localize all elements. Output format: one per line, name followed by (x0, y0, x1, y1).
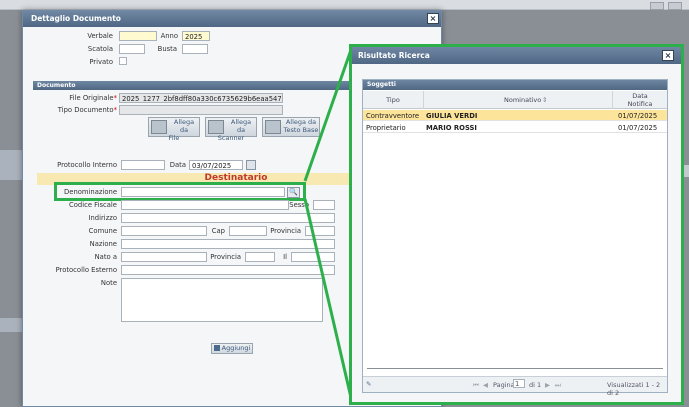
row-tipo: Proprietario (366, 124, 406, 132)
row-data: 01/07/2025 (618, 124, 658, 132)
risultato-ricerca-dialog: Risultato Ricerca × Soggetti Tipo Nomina… (349, 44, 684, 405)
edit-icon[interactable]: ✎ (366, 380, 371, 388)
pager-summary: Visualizzati 1 - 2 di 2 (607, 381, 661, 397)
sort-icon[interactable]: ⇕ (542, 96, 547, 104)
next-page-icon[interactable]: ▶ (545, 381, 550, 389)
connector-line-bottom (303, 198, 354, 403)
grid-header: Tipo Nominativo ⇕ Data Notifica (363, 91, 667, 109)
column-nominativo-label: Nominativo (504, 96, 542, 104)
connector-line-top (303, 46, 354, 182)
column-nominativo[interactable]: Nominativo ⇕ (423, 91, 613, 109)
pagina-label: Pagina (493, 381, 515, 389)
row-tipo: Contravventore (366, 112, 420, 120)
column-notifica-label: Notifica (627, 100, 653, 108)
table-row[interactable]: Contravventore GIULIA VERDI 01/07/2025 (363, 110, 667, 121)
pager-bar: ✎ ⏮ ◀ Pagina 1 di 1 ▶ ⏭ Visualizzati 1 -… (363, 376, 667, 397)
column-tipo[interactable]: Tipo (363, 96, 423, 104)
first-page-icon[interactable]: ⏮ (473, 381, 479, 390)
row-nominativo: MARIO ROSSI (426, 124, 477, 132)
table-row[interactable]: Proprietario MARIO ROSSI 01/07/2025 (363, 122, 667, 133)
of-pages-label: di 1 (529, 381, 542, 389)
soggetti-panel: Soggetti Tipo Nominativo ⇕ Data Notifica… (362, 79, 668, 397)
soggetti-header: Soggetti (363, 80, 667, 90)
row-data: 01/07/2025 (618, 112, 658, 120)
close-icon[interactable]: × (662, 50, 674, 61)
column-data-notifica[interactable]: Data Notifica (615, 92, 665, 108)
result-title: Risultato Ricerca (352, 47, 681, 64)
horizontal-scrollbar[interactable] (367, 368, 663, 369)
column-data-label: Data (632, 92, 648, 100)
page-number-input[interactable]: 1 (513, 379, 525, 388)
prev-page-icon[interactable]: ◀ (483, 381, 488, 389)
row-nominativo: GIULIA VERDI (426, 112, 478, 120)
last-page-icon[interactable]: ⏭ (555, 381, 561, 390)
